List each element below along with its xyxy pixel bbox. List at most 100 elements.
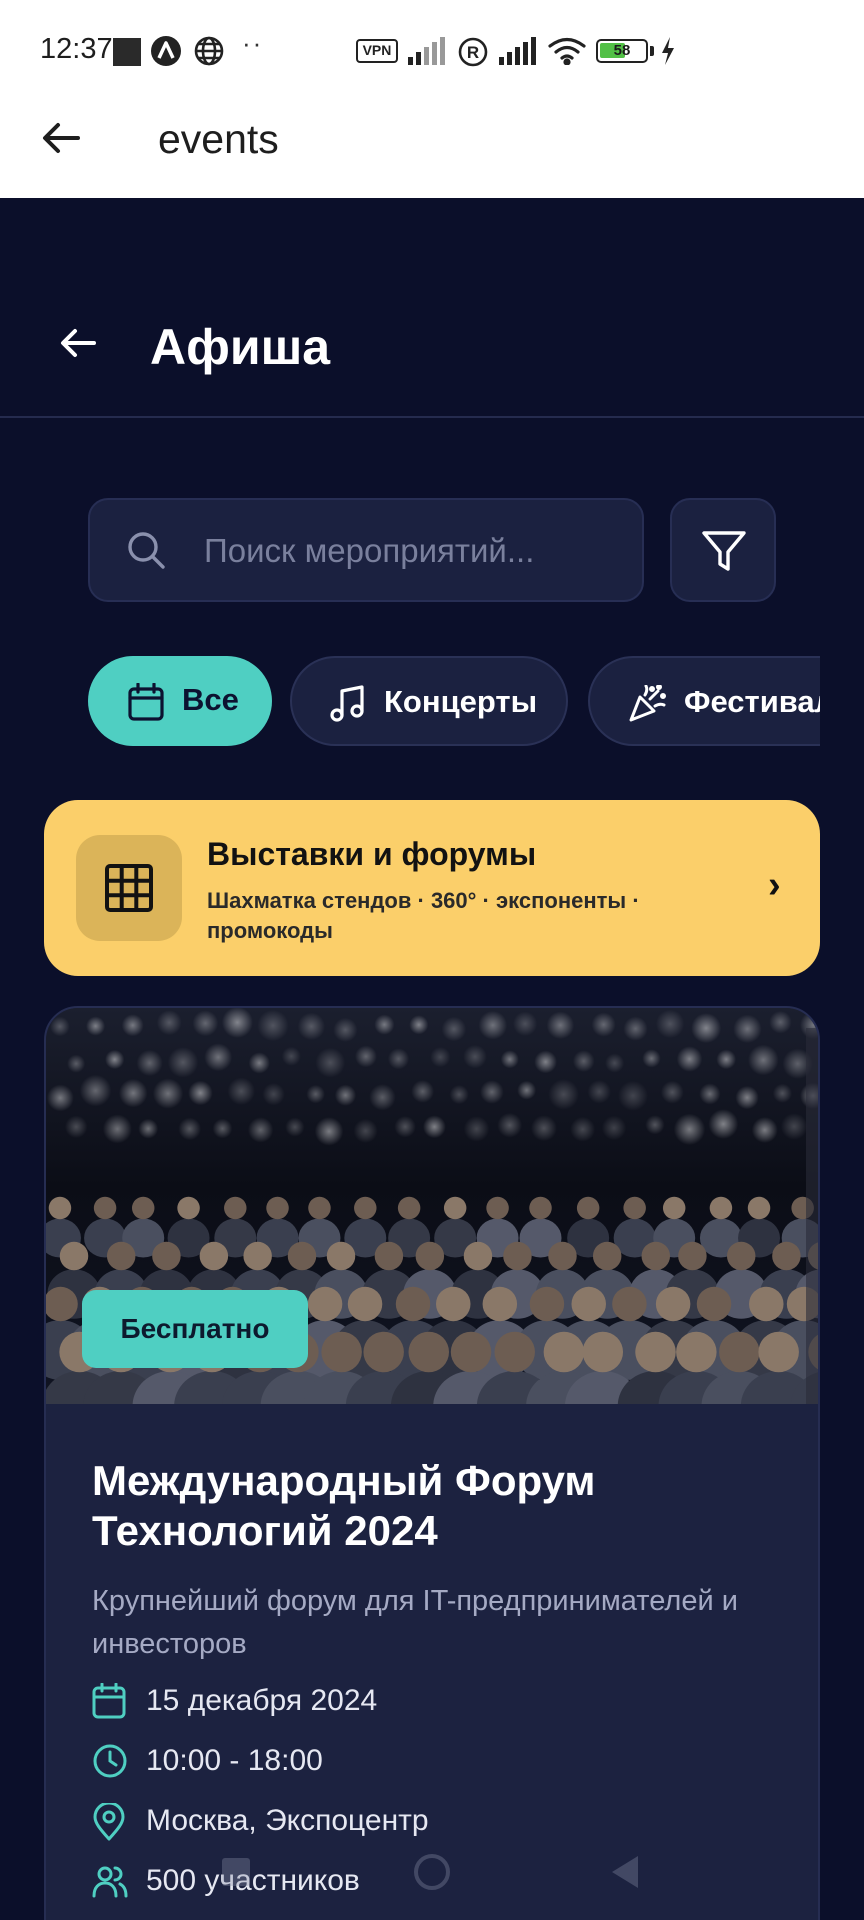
bokeh-light <box>204 1043 233 1072</box>
promo-banner-exhibitions[interactable]: Выставки и форумы Шахматка стендов · 360… <box>44 800 820 976</box>
recent-apps-button[interactable] <box>222 1858 250 1886</box>
bokeh-light <box>262 1083 285 1106</box>
registered-icon: R <box>458 37 488 72</box>
bokeh-light <box>315 1047 346 1078</box>
bokeh-light <box>512 1011 538 1036</box>
bokeh-light <box>247 1117 274 1143</box>
bokeh-light <box>79 1074 112 1107</box>
event-location: Москва, Экспоцентр <box>146 1804 429 1837</box>
bokeh-light <box>152 1078 184 1109</box>
bokeh-light <box>735 1085 759 1110</box>
chevron-right-icon: › <box>768 864 781 906</box>
music-note-icon <box>330 685 364 722</box>
bokeh-light <box>411 1080 435 1103</box>
bokeh-light <box>463 1044 487 1069</box>
bokeh-light <box>285 1117 305 1137</box>
calendar-icon <box>92 1683 126 1719</box>
system-header: 12:37 ·· VPN R 58 events <box>0 0 864 198</box>
bokeh-light <box>46 1084 74 1112</box>
bokeh-light <box>369 1084 396 1111</box>
battery-tip <box>650 46 654 56</box>
bokeh-light <box>548 1079 579 1110</box>
search-icon <box>126 530 166 570</box>
bokeh-light <box>591 1012 616 1037</box>
price-badge: Бесплатно <box>82 1290 308 1368</box>
arrow-left-icon[interactable] <box>56 320 102 366</box>
bokeh-light <box>618 1080 648 1111</box>
bokeh-light <box>353 1118 378 1143</box>
chip-label: Все <box>182 682 239 717</box>
event-card[interactable]: Бесплатно Международный Форум Технологий… <box>44 1006 820 1920</box>
bokeh-light <box>297 1012 326 1041</box>
bokeh-light <box>747 1044 779 1076</box>
chip-all[interactable]: Все <box>88 656 272 746</box>
bokeh-light <box>430 1046 451 1068</box>
home-button[interactable] <box>414 1854 450 1890</box>
bokeh-light <box>138 1118 159 1139</box>
svg-text:R: R <box>467 43 479 62</box>
banner-title: Выставки и форумы <box>207 836 537 872</box>
bokeh-light <box>819 1047 820 1076</box>
bokeh-light <box>221 1008 253 1038</box>
bokeh-light <box>660 1080 684 1104</box>
bokeh-light <box>409 1015 429 1035</box>
bokeh-light <box>188 1080 213 1106</box>
bokeh-light <box>441 1016 467 1042</box>
chip-festivals[interactable]: Фестивали <box>588 656 820 746</box>
bokeh-light <box>645 1115 665 1135</box>
android-nav-bar <box>0 1840 864 1920</box>
bokeh-light <box>623 1016 648 1041</box>
event-image: Бесплатно <box>46 1008 820 1404</box>
event-title: Международный Форум Технологий 2024 <box>92 1457 596 1554</box>
bokeh-light <box>716 1049 737 1070</box>
bokeh-light <box>50 1016 70 1037</box>
bokeh-light <box>178 1117 202 1141</box>
bokeh-light <box>102 1114 132 1144</box>
bokeh-light <box>751 1117 778 1143</box>
bokeh-light <box>546 1011 575 1040</box>
bokeh-light <box>136 1049 163 1077</box>
bokeh-light <box>673 1113 706 1146</box>
app-bar-title: events <box>158 116 279 162</box>
event-date: 15 декабря 2024 <box>146 1684 378 1717</box>
bokeh-light <box>248 1052 270 1074</box>
filter-button[interactable] <box>670 498 776 602</box>
page-header: Афиша <box>0 198 864 418</box>
arrow-left-icon[interactable] <box>38 114 86 162</box>
back-button[interactable] <box>612 1856 638 1888</box>
bokeh-light <box>212 1118 233 1139</box>
bokeh-light <box>121 1014 144 1037</box>
bokeh-light <box>605 1053 625 1073</box>
bokeh-light <box>530 1115 557 1142</box>
bokeh-light <box>118 1078 148 1108</box>
category-chips: Все Концерты Фестивали <box>88 656 820 748</box>
bokeh-light <box>478 1010 508 1040</box>
page-title: Афиша <box>150 319 331 375</box>
status-time: 12:37 <box>40 33 113 65</box>
calendar-icon <box>128 683 164 721</box>
bokeh-light <box>570 1116 596 1142</box>
bokeh-light <box>497 1112 523 1138</box>
chip-concerts[interactable]: Концерты <box>290 656 568 746</box>
grid-icon <box>76 835 182 941</box>
bokeh-light <box>642 1049 661 1068</box>
bokeh-light <box>227 1077 256 1105</box>
bokeh-light <box>480 1080 504 1104</box>
battery-icon: 58 <box>596 39 648 63</box>
bokeh-light <box>64 1115 88 1139</box>
battery-level: 58 <box>613 42 631 59</box>
search-input[interactable] <box>204 524 614 578</box>
wifi-icon <box>548 37 586 70</box>
bokeh-light <box>333 1017 358 1043</box>
status-bar: 12:37 ·· VPN R 58 <box>0 0 864 100</box>
bokeh-light <box>655 1009 685 1039</box>
search-box[interactable] <box>88 498 644 602</box>
chip-label: Концерты <box>384 684 538 719</box>
bokeh-light <box>534 1050 557 1074</box>
bokeh-light <box>354 1045 377 1068</box>
bokeh-light <box>387 1048 410 1070</box>
charging-icon <box>660 37 676 70</box>
event-description: Крупнейший форум для IT-предпринимателей… <box>92 1585 738 1660</box>
app-notification-icon <box>113 38 141 66</box>
signal-icon <box>408 37 446 70</box>
